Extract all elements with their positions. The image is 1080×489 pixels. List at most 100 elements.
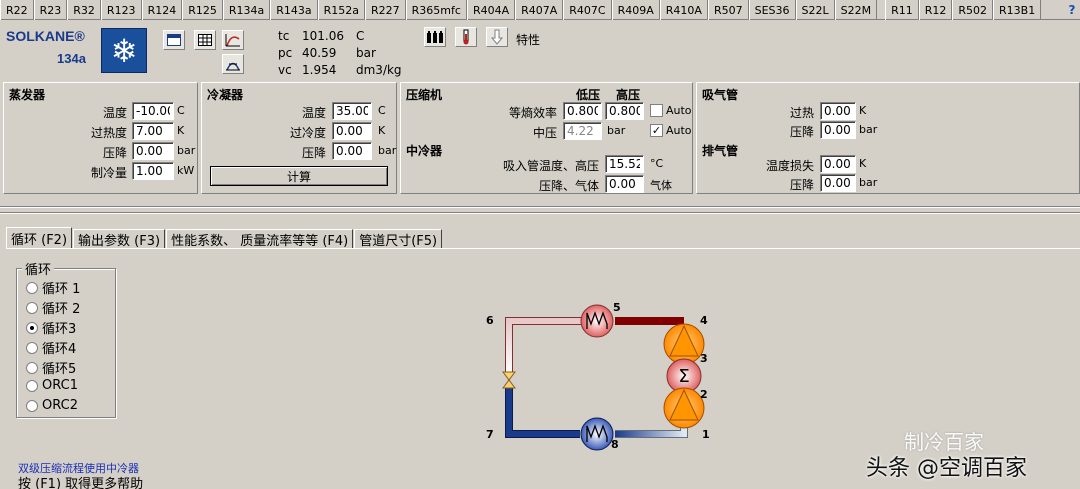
refrigerant-tab-r124[interactable]: R124 [141,0,183,20]
state-label-5: 5 [613,301,621,314]
condenser-icon [580,304,614,338]
refrigerant-tab-r227[interactable]: R227 [365,0,406,20]
high-stage-compressor-icon [663,323,705,365]
cond-temp-label: 温度 [301,106,326,120]
refrigerant-tab-r32[interactable]: R32 [67,0,101,20]
gas-dp-unit: 气体 [650,179,672,192]
cycle-option[interactable]: 循环3 [26,318,76,337]
refrigerant-tab-r22[interactable]: R22 [0,0,34,20]
condenser-panel: 冷凝器 温度 C 过冷度 K 压降 bar 计算 [201,82,397,194]
radio-button[interactable] [26,321,38,334]
bottles-icon[interactable] [424,27,446,47]
refrigerant-tab-r125[interactable]: R125 [182,0,223,20]
tab-output[interactable]: 输出参数 (F3) [73,229,166,249]
cycle-option[interactable]: 循环 2 [26,298,80,317]
suction-superheat-unit: K [859,104,867,117]
auto-mid-label: Auto [666,124,692,137]
refrigerant-tab-r365mfc[interactable]: R365mfc [405,0,467,20]
window-icon[interactable] [163,30,185,50]
splitter[interactable] [0,212,1080,214]
cycle-option[interactable]: 循环 1 [26,278,80,297]
suction-temp-input[interactable] [605,155,644,173]
tab-cycle[interactable]: 循环 (F2) [6,227,73,249]
mid-pressure-input[interactable] [563,122,602,140]
calculate-button[interactable]: 计算 [210,166,388,186]
suction-superheat-input[interactable] [820,102,856,120]
discharge-dp-input[interactable] [820,174,856,192]
suction-dp-unit: bar [859,123,878,136]
discharge-temp-loss-input[interactable] [820,155,856,173]
property-value: 40.59 [302,46,337,60]
refrigerant-tab-r11[interactable]: R11 [885,0,919,20]
radio-button[interactable] [26,379,38,392]
cond-dp-input[interactable] [332,142,372,160]
tab-pipe-size[interactable]: 管道尺寸(F5) [354,229,443,249]
property-value: 101.06 [302,29,344,43]
radio-button[interactable] [26,341,38,354]
table-icon[interactable] [194,30,216,50]
suction-dp-input[interactable] [820,121,856,139]
help-icon[interactable]: ? [1064,0,1080,19]
cycle-option[interactable]: 循环5 [26,358,76,377]
mid-pressure-label: 中压 [532,126,557,140]
refrigerant-tab-r13b1[interactable]: R13B1 [993,0,1042,20]
refrigerant-tab-r12[interactable]: R12 [918,0,953,20]
evap-dp-label: 压降 [102,146,127,160]
gas-dp-input[interactable] [605,175,644,193]
refrigerant-tab-r410a[interactable]: R410A [659,0,708,20]
mid-pressure-unit: bar [607,124,626,137]
radio-button[interactable] [26,399,38,412]
refrigerant-tab-r123[interactable]: R123 [100,0,142,20]
cycle-option[interactable]: ORC1 [26,378,78,393]
compressor-title: 压缩机 [406,88,443,102]
refrigerant-tab-r404a[interactable]: R404A [466,0,516,20]
refrigerant-tab-r152a[interactable]: R152a [317,0,366,20]
refrigerant-tab-r143a[interactable]: R143a [270,0,318,20]
cycle-option[interactable]: ORC2 [26,398,78,413]
refrigerant-tab-r407a[interactable]: R407A [515,0,564,20]
eff-low-input[interactable] [563,102,602,120]
refrigerant-tab-r409a[interactable]: R409A [611,0,660,20]
state-label-2: 2 [700,388,708,401]
radio-button[interactable] [26,281,38,294]
tab-performance[interactable]: 性能系数、 质量流率等等 (F4) [166,229,354,249]
evap-temp-input[interactable] [132,102,174,120]
auto-mid-checkbox[interactable]: ✓ [650,124,663,137]
cond-temp-input[interactable] [332,102,372,120]
eff-high-input[interactable] [605,102,644,120]
auto-eff-checkbox[interactable] [650,104,663,117]
solkane-logo: SOLKANE® 134a ❄ [6,28,147,74]
refrigerant-tab-bar: R22 R23 R32 R123 R124 R125 R134a R143a R152a R227… [0,0,1080,20]
cond-subcool-input[interactable] [332,122,372,140]
evap-superheat-unit: K [177,124,185,137]
evap-superheat-input[interactable] [132,122,174,140]
evaporator-title: 蒸发器 [9,88,46,102]
evap-dp-input[interactable] [132,142,174,160]
discharge-temp-loss-unit: K [859,157,867,170]
discharge-line-title: 排气管 [702,144,739,158]
thermometer-icon[interactable] [455,27,477,47]
refrigerant-tab-r134a[interactable]: R134a [222,0,271,20]
radio-button[interactable] [26,301,38,314]
col-low-label: 低压 [576,88,601,102]
evap-temp-unit: C [177,104,185,117]
evaporator-panel: 蒸发器 温度 C 过热度 K 压降 bar 制冷量 kW [3,82,198,194]
suction-temp-unit: °C [650,157,664,170]
refrigerant-tab-s22m[interactable]: S22M [834,0,878,20]
radio-button[interactable] [26,361,38,374]
refrigerant-tab-r507[interactable]: R507 [707,0,749,20]
refrigerant-tab-r407c[interactable]: R407C [563,0,612,20]
property-symbol: pc [278,46,293,60]
ts-diagram-icon[interactable] [222,54,244,74]
refrigerant-tab-r23[interactable]: R23 [33,0,68,20]
refrigerant-tab-r502[interactable]: R502 [952,0,994,20]
evap-capacity-input[interactable] [132,162,174,180]
state-label-7: 7 [486,428,494,441]
cycle-option[interactable]: 循环4 [26,338,76,357]
critical-properties: tc 101.06 Cpc 40.59 bar vc 1.954 dm3/kg [278,28,402,79]
refrigerant-tab-s22l[interactable]: S22L [795,0,835,20]
discharge-temp-loss-label: 温度损失 [765,159,814,173]
ph-diagram-icon[interactable] [222,30,244,50]
refrigerant-tab-ses36[interactable]: SES36 [748,0,796,20]
arrow-down-icon[interactable] [486,27,508,47]
